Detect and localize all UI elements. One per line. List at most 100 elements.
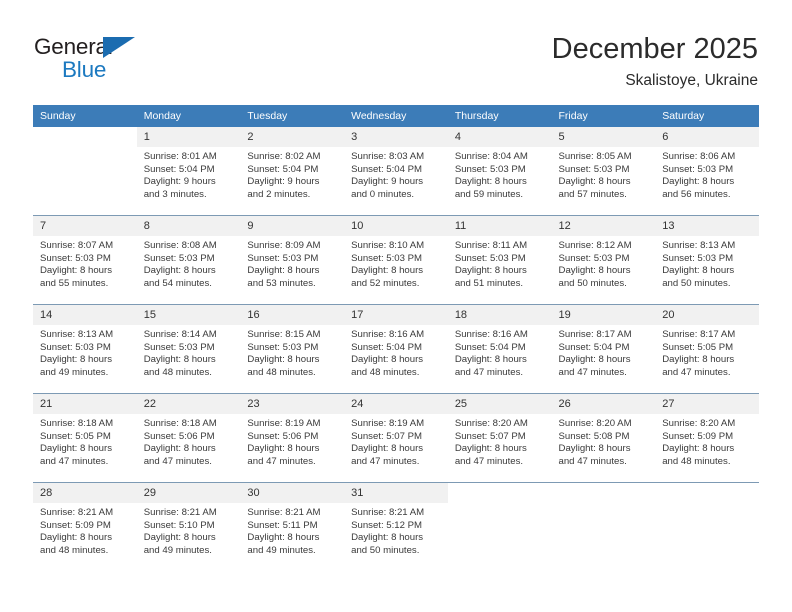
calendar-day-cell[interactable]: 5 Sunrise: 8:05 AM Sunset: 5:03 PM Daylight… [551,127,656,216]
day-number: 7 [33,216,137,236]
daylight-text-line2: and 48 minutes. [662,455,731,467]
day-number: 3 [344,127,448,147]
daylight-text-line1: Daylight: 8 hours [351,354,424,366]
daylight-text-line2: and 47 minutes. [143,455,212,467]
sunrise-text: Sunrise: 8:18 AM [40,418,114,429]
day-number: 5 [551,127,656,147]
sunrise-text: Sunrise: 8:11 AM [454,240,528,251]
daylight-text-line1: Daylight: 8 hours [351,532,424,544]
calendar-day-cell[interactable]: 17 Sunrise: 8:16 AM Sunset: 5:04 PM Dayligh… [344,304,448,394]
calendar-day-cell[interactable]: 7 Sunrise: 8:07 AM Sunset: 5:03 PM Daylight… [33,215,137,305]
daylight-text-line1: Daylight: 8 hours [662,443,735,455]
sunrise-text: Sunrise: 8:21 AM [247,507,321,518]
day-number: 27 [655,394,759,414]
day-details: Sunrise: 8:11 AM Sunset: 5:03 PM Daylight:… [448,236,552,290]
daylight-text-line1: Daylight: 8 hours [351,265,424,277]
calendar-day-cell[interactable]: 14 Sunrise: 8:13 AM Sunset: 5:03 PM Dayligh… [33,304,137,394]
weekday-header-friday: Friday [551,105,656,127]
calendar-day-cell[interactable]: 26 Sunrise: 8:20 AM Sunset: 5:08 PM Dayligh… [551,393,656,483]
day-number: 12 [551,216,656,236]
daylight-text-line1: Daylight: 8 hours [662,176,735,188]
calendar-day-cell[interactable]: 19 Sunrise: 8:17 AM Sunset: 5:04 PM Dayligh… [551,304,656,394]
calendar-day-cell[interactable]: 27 Sunrise: 8:20 AM Sunset: 5:09 PM Dayligh… [655,393,759,483]
daylight-text-line2: and 48 minutes. [351,366,420,378]
calendar-day-cell[interactable]: 10 Sunrise: 8:10 AM Sunset: 5:03 PM Dayligh… [344,215,448,305]
weekday-header-thursday: Thursday [447,105,552,127]
calendar-day-cell[interactable]: 20 Sunrise: 8:17 AM Sunset: 5:05 PM Dayligh… [655,304,759,394]
sunrise-text: Sunrise: 8:21 AM [143,507,217,518]
calendar-day-cell[interactable]: 21 Sunrise: 8:18 AM Sunset: 5:05 PM Dayligh… [33,393,137,483]
day-details: Sunrise: 8:01 AM Sunset: 5:04 PM Daylight:… [137,147,241,201]
calendar-day-cell[interactable]: 4 Sunrise: 8:04 AM Sunset: 5:03 PM Daylight… [447,127,552,216]
calendar-day-cell[interactable]: 12 Sunrise: 8:12 AM Sunset: 5:03 PM Dayligh… [551,215,656,305]
day-cell-content [447,483,552,571]
calendar-day-cell[interactable]: 28 Sunrise: 8:21 AM Sunset: 5:09 PM Dayligh… [33,482,137,571]
calendar-day-cell[interactable]: 8 Sunrise: 8:08 AM Sunset: 5:03 PM Daylight… [136,215,241,305]
daylight-text-line2: and 47 minutes. [454,366,524,378]
calendar-day-cell[interactable]: 24 Sunrise: 8:19 AM Sunset: 5:07 PM Dayligh… [344,393,448,483]
day-number: 16 [240,305,345,325]
calendar-day-cell[interactable]: 11 Sunrise: 8:11 AM Sunset: 5:03 PM Dayligh… [447,215,552,305]
calendar-day-cell[interactable]: 23 Sunrise: 8:19 AM Sunset: 5:06 PM Dayligh… [240,393,345,483]
day-cell-content: 20 Sunrise: 8:17 AM Sunset: 5:05 PM Dayligh… [655,305,759,393]
sunrise-text: Sunrise: 8:21 AM [40,507,114,518]
daylight-text-line1: Daylight: 8 hours [662,354,735,366]
day-details: Sunrise: 8:16 AM Sunset: 5:04 PM Daylight:… [344,325,448,379]
day-number: 18 [447,305,552,325]
calendar-day-cell[interactable]: 25 Sunrise: 8:20 AM Sunset: 5:07 PM Dayligh… [447,393,552,483]
daylight-text-line2: and 57 minutes. [558,188,627,200]
calendar-day-cell[interactable]: 6 Sunrise: 8:06 AM Sunset: 5:03 PM Daylight… [655,127,759,216]
sunset-text: Sunset: 5:04 PM [351,341,423,353]
day-number: 24 [344,394,448,414]
daylight-text-line2: and 47 minutes. [247,455,316,467]
sunrise-text: Sunrise: 8:12 AM [558,240,632,251]
calendar-day-cell[interactable]: 22 Sunrise: 8:18 AM Sunset: 5:06 PM Dayligh… [136,393,241,483]
day-details: Sunrise: 8:16 AM Sunset: 5:04 PM Daylight:… [448,325,552,379]
sunset-text: Sunset: 5:03 PM [351,252,423,264]
calendar-day-cell[interactable]: 3 Sunrise: 8:03 AM Sunset: 5:04 PM Daylight… [344,127,448,216]
calendar-day-cell[interactable]: 9 Sunrise: 8:09 AM Sunset: 5:03 PM Daylight… [240,215,345,305]
calendar-day-cell[interactable]: 16 Sunrise: 8:15 AM Sunset: 5:03 PM Dayligh… [240,304,345,394]
day-details: Sunrise: 8:04 AM Sunset: 5:03 PM Daylight:… [448,147,552,201]
calendar-day-cell[interactable]: 15 Sunrise: 8:14 AM Sunset: 5:03 PM Dayligh… [136,304,241,394]
sunrise-text: Sunrise: 8:20 AM [454,418,528,429]
day-number: 6 [655,127,759,147]
daylight-text-line1: Daylight: 9 hours [247,176,320,188]
day-cell-content: 18 Sunrise: 8:16 AM Sunset: 5:04 PM Dayligh… [447,305,552,393]
daylight-text-line2: and 3 minutes. [143,188,207,200]
sunset-text: Sunset: 5:04 PM [143,163,215,175]
calendar-week-row: 14 Sunrise: 8:13 AM Sunset: 5:03 PM Dayligh… [33,304,759,394]
sunset-text: Sunset: 5:08 PM [558,430,630,442]
daylight-text-line2: and 48 minutes. [143,366,212,378]
daylight-text-line1: Daylight: 8 hours [143,265,216,277]
day-cell-content: 21 Sunrise: 8:18 AM Sunset: 5:05 PM Dayligh… [33,394,137,482]
daylight-text-line1: Daylight: 8 hours [662,265,735,277]
calendar-day-cell[interactable]: 30 Sunrise: 8:21 AM Sunset: 5:11 PM Dayligh… [240,482,345,571]
sunset-text: Sunset: 5:05 PM [662,341,734,353]
daylight-text-line2: and 0 minutes. [351,188,415,200]
sunset-text: Sunset: 5:03 PM [247,252,319,264]
daylight-text-line1: Daylight: 8 hours [40,265,112,277]
day-number [655,483,759,503]
sunrise-text: Sunrise: 8:20 AM [558,418,632,429]
sunrise-text: Sunrise: 8:09 AM [247,240,321,251]
calendar-day-cell[interactable]: 2 Sunrise: 8:02 AM Sunset: 5:04 PM Daylight… [240,127,345,216]
day-number: 9 [240,216,345,236]
sunset-text: Sunset: 5:04 PM [351,163,423,175]
page-header: General Blue December 2025 Skalistoye, U… [34,30,758,96]
calendar-day-cell[interactable]: 13 Sunrise: 8:13 AM Sunset: 5:03 PM Dayligh… [655,215,759,305]
day-details: Sunrise: 8:19 AM Sunset: 5:07 PM Daylight:… [344,414,448,468]
calendar-day-cell[interactable]: 1 Sunrise: 8:01 AM Sunset: 5:04 PM Daylight… [136,127,241,216]
day-cell-content: 13 Sunrise: 8:13 AM Sunset: 5:03 PM Dayligh… [655,216,759,304]
calendar-day-cell[interactable]: 31 Sunrise: 8:21 AM Sunset: 5:12 PM Dayligh… [344,482,448,571]
calendar-day-cell[interactable]: 29 Sunrise: 8:21 AM Sunset: 5:10 PM Dayligh… [136,482,241,571]
page-subtitle: Skalistoye, Ukraine [625,72,758,89]
calendar-day-cell[interactable]: 18 Sunrise: 8:16 AM Sunset: 5:04 PM Dayligh… [447,304,552,394]
daylight-text-line2: and 53 minutes. [247,277,316,289]
logo-text-blue: Blue [62,57,107,82]
calendar-day-cell [655,482,759,571]
day-cell-content: 22 Sunrise: 8:18 AM Sunset: 5:06 PM Dayligh… [136,394,241,482]
sunset-text: Sunset: 5:03 PM [40,252,111,264]
day-number [33,127,137,147]
sunrise-text: Sunrise: 8:02 AM [247,151,321,162]
